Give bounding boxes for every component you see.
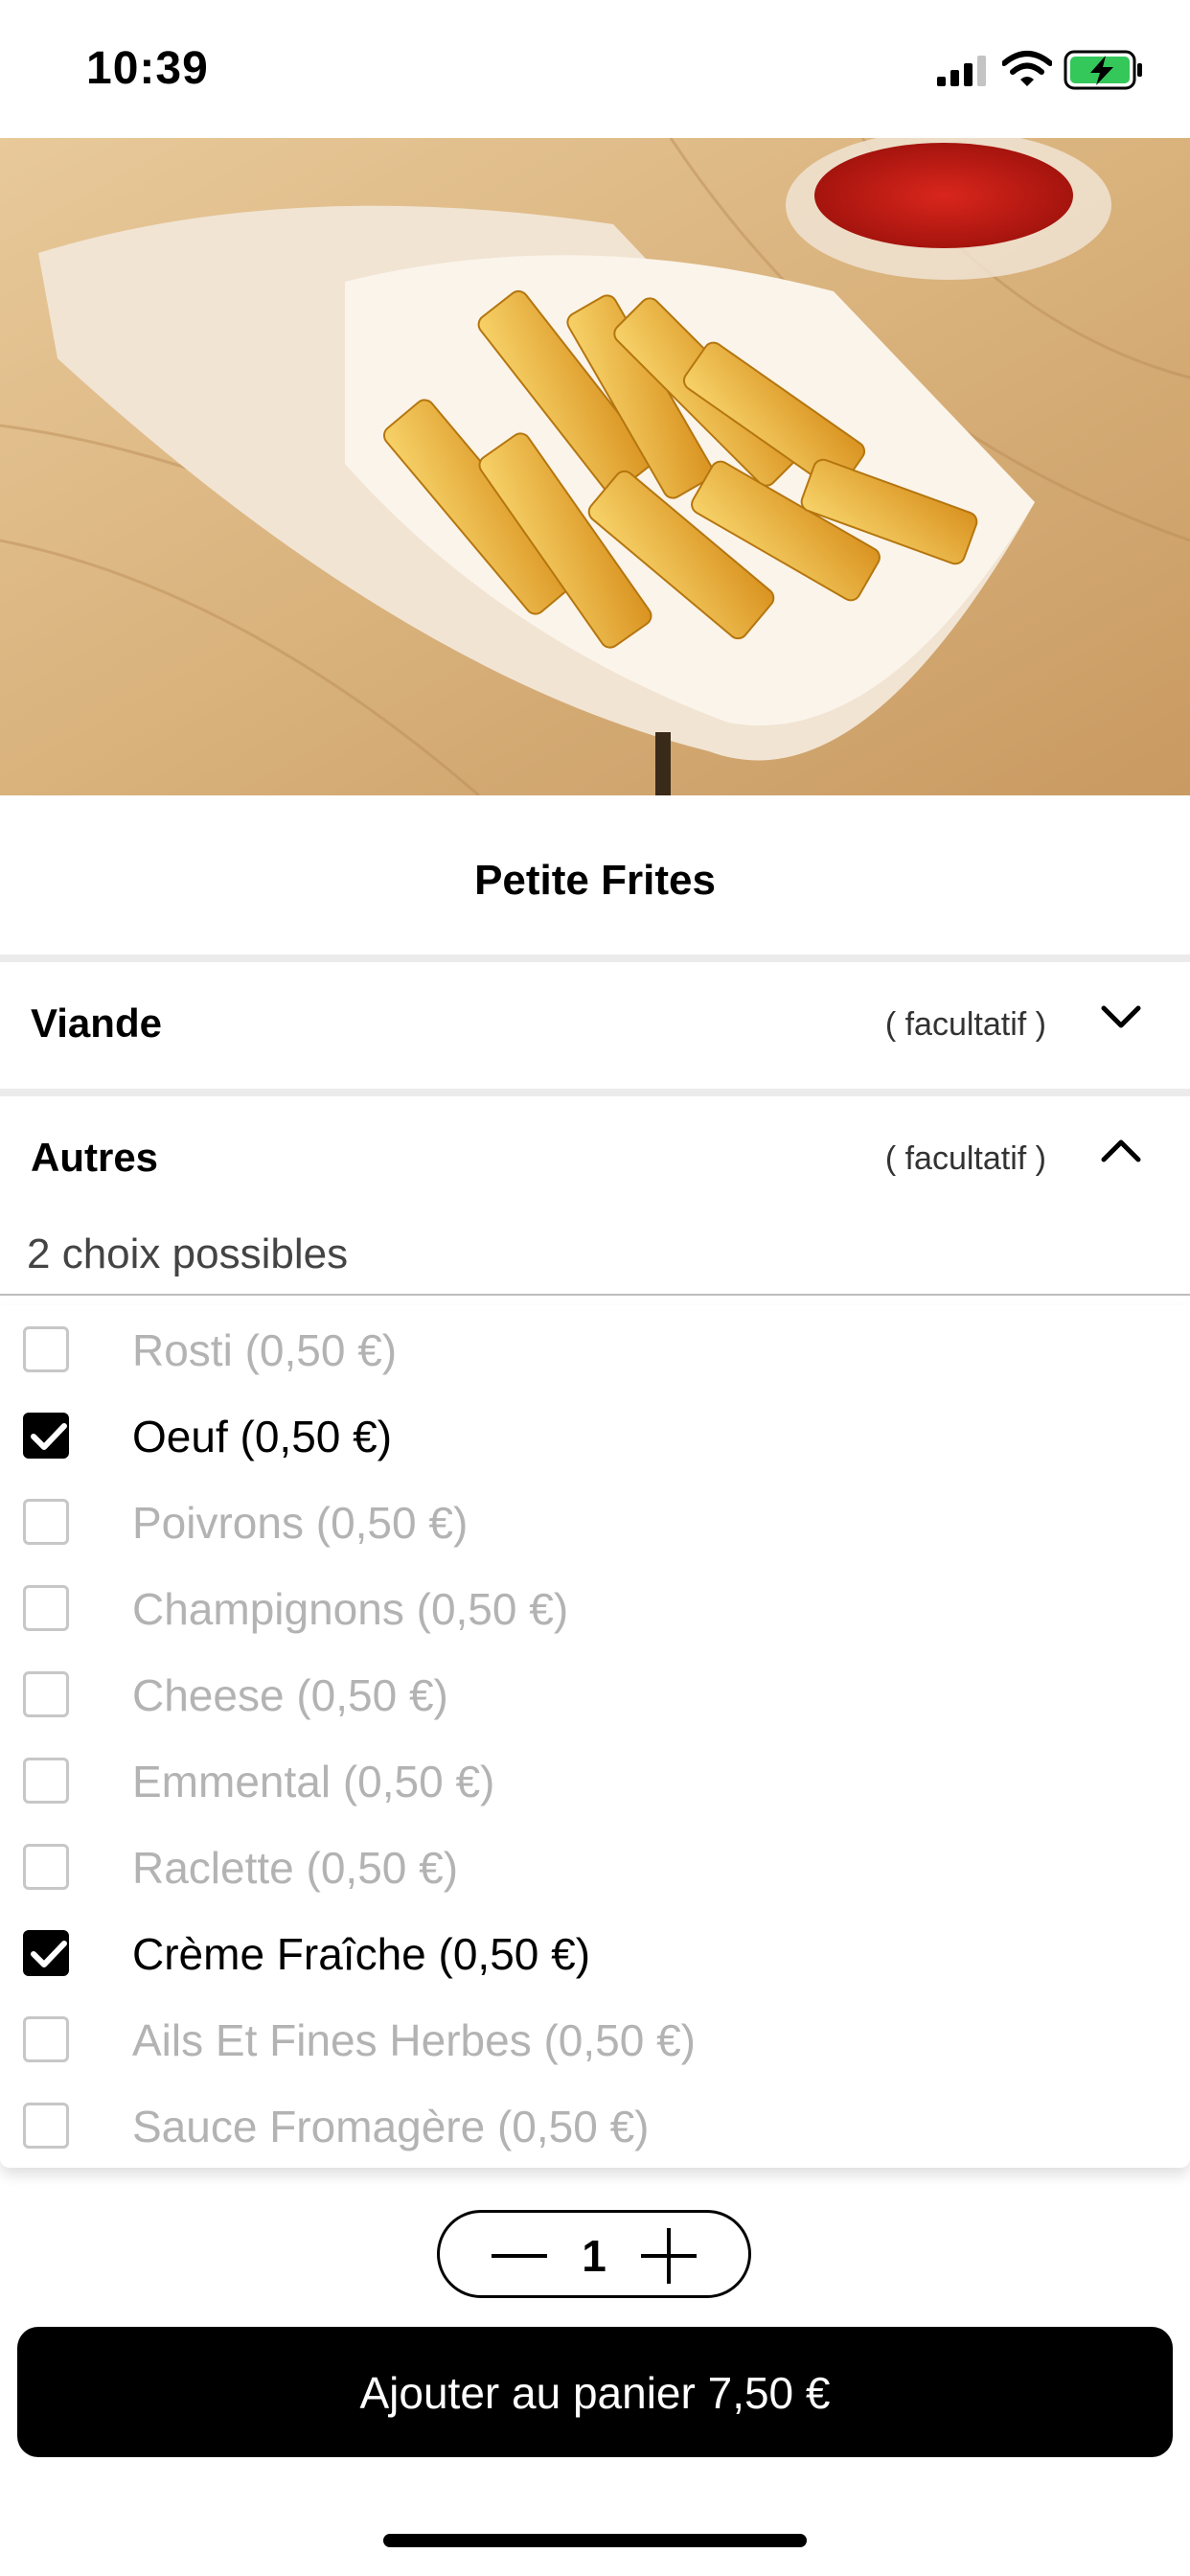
product-image bbox=[0, 138, 1190, 795]
divider bbox=[0, 954, 1190, 962]
option-label: Rosti (0,50 €) bbox=[132, 1325, 398, 1375]
checkbox[interactable] bbox=[23, 1671, 69, 1717]
option-ails-fines-herbes[interactable]: Ails Et Fines Herbes (0,50 €) bbox=[0, 1995, 1190, 2082]
choices-hint: 2 choix possibles bbox=[27, 1230, 349, 1277]
optional-label: ( facultatif ) bbox=[884, 1140, 1046, 1177]
home-indicator[interactable] bbox=[383, 2534, 807, 2547]
section-title: Viande bbox=[31, 1000, 162, 1046]
divider bbox=[0, 1089, 1190, 1096]
checkbox[interactable] bbox=[23, 2103, 69, 2149]
option-poivrons[interactable]: Poivrons (0,50 €) bbox=[0, 1478, 1190, 1564]
signal-icon bbox=[937, 56, 986, 86]
section-autres-header[interactable]: Autres ( facultatif ) bbox=[0, 1096, 1190, 1211]
option-label: Oeuf (0,50 €) bbox=[132, 1412, 393, 1461]
option-label: Emmental (0,50 €) bbox=[132, 1757, 495, 1806]
option-label: Champignons (0,50 €) bbox=[132, 1584, 569, 1634]
checkbox[interactable] bbox=[23, 1326, 69, 1372]
quantity-stepper: 1 bbox=[437, 2210, 751, 2298]
option-champignons[interactable]: Champignons (0,50 €) bbox=[0, 1564, 1190, 1650]
divider bbox=[0, 1294, 1190, 1296]
option-label: Ails Et Fines Herbes (0,50 €) bbox=[132, 2015, 697, 2065]
chevron-up-icon[interactable] bbox=[1100, 1137, 1142, 1165]
options-list: Rosti (0,50 €) Oeuf (0,50 €) Poivrons (0… bbox=[0, 1305, 1190, 2168]
checkbox[interactable] bbox=[23, 1499, 69, 1545]
add-to-cart-button[interactable]: Ajouter au panier 7,50 € bbox=[17, 2327, 1173, 2457]
option-label: Sauce Fromagère (0,50 €) bbox=[132, 2102, 650, 2151]
option-label: Crème Fraîche (0,50 €) bbox=[132, 1929, 591, 1979]
wifi-icon bbox=[1002, 51, 1052, 86]
section-title: Autres bbox=[31, 1135, 159, 1180]
checkbox[interactable] bbox=[23, 1844, 69, 1890]
checkbox[interactable] bbox=[23, 1758, 69, 1804]
optional-label: ( facultatif ) bbox=[884, 1006, 1046, 1043]
section-viande-header[interactable]: Viande ( facultatif ) bbox=[0, 962, 1190, 1077]
checkmark-icon bbox=[31, 1423, 67, 1450]
checkmark-icon bbox=[31, 1941, 67, 1967]
option-oeuf[interactable]: Oeuf (0,50 €) bbox=[0, 1392, 1190, 1478]
product-title: Petite Frites bbox=[474, 857, 716, 904]
add-to-cart-label: Ajouter au panier 7,50 € bbox=[359, 2368, 831, 2418]
increment-button[interactable] bbox=[628, 2213, 714, 2295]
option-label: Raclette (0,50 €) bbox=[132, 1843, 459, 1893]
option-sauce-fromagere[interactable]: Sauce Fromagère (0,50 €) bbox=[0, 2082, 1190, 2168]
option-raclette[interactable]: Raclette (0,50 €) bbox=[0, 1823, 1190, 1909]
status-bar: 10:39 bbox=[0, 0, 1190, 138]
checkbox[interactable] bbox=[23, 1585, 69, 1631]
checkbox-checked[interactable] bbox=[23, 1413, 69, 1459]
checkbox-checked[interactable] bbox=[23, 1930, 69, 1976]
option-rosti[interactable]: Rosti (0,50 €) bbox=[0, 1305, 1190, 1392]
chevron-down-icon[interactable] bbox=[1100, 1002, 1142, 1031]
option-creme-fraiche[interactable]: Crème Fraîche (0,50 €) bbox=[0, 1909, 1190, 1995]
checkbox[interactable] bbox=[23, 2016, 69, 2062]
option-label: Cheese (0,50 €) bbox=[132, 1670, 448, 1720]
plus-icon-vertical bbox=[667, 2228, 671, 2284]
option-emmental[interactable]: Emmental (0,50 €) bbox=[0, 1736, 1190, 1823]
battery-charging-icon bbox=[1064, 50, 1142, 90]
status-time: 10:39 bbox=[86, 43, 209, 94]
option-cheese[interactable]: Cheese (0,50 €) bbox=[0, 1650, 1190, 1736]
option-label: Poivrons (0,50 €) bbox=[132, 1498, 469, 1548]
